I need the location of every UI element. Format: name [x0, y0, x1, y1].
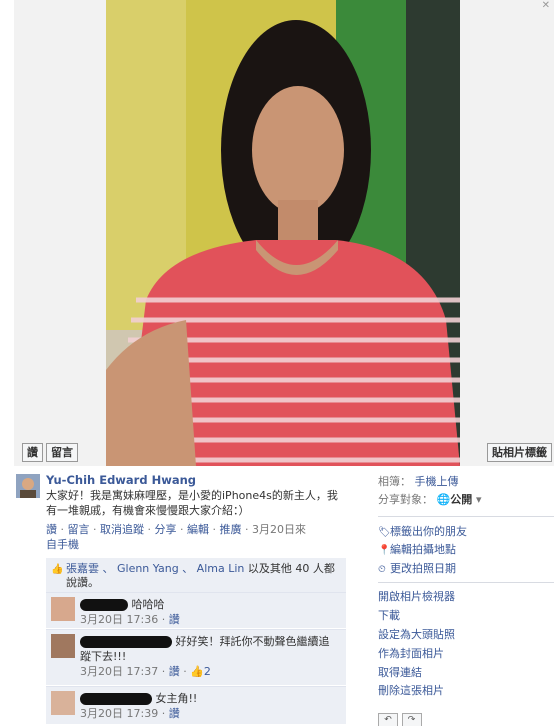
comment-body: 好好笑！拜託你不動聲色繼續追蹤下去!!! 3月20日 17:37 · 讚 · 👍… — [80, 635, 330, 678]
share-link[interactable]: 分享 — [155, 523, 177, 536]
edit-location-row[interactable]: 📍編輯拍攝地點 — [378, 542, 456, 558]
comment-time[interactable]: 3月20日 17:37 — [80, 665, 158, 678]
comment-time[interactable]: 3月20日 17:39 — [80, 707, 158, 720]
post-actions: 讚 · 留言 · 取消追蹤 · 分享 · 編輯 · 推廣 · 3月20日來 自手… — [46, 523, 306, 551]
comment-text: 女主角!! — [155, 692, 198, 705]
author-name[interactable]: Yu-Chih Edward Hwang — [46, 473, 196, 487]
divider — [378, 582, 554, 583]
divider — [378, 516, 554, 517]
thumbs-up-icon: 👍 — [51, 564, 64, 575]
comment-time[interactable]: 3月20日 17:36 — [80, 613, 158, 626]
commenter-avatar[interactable] — [51, 691, 75, 715]
audience-row: 分享對象： 🌐公開 ▾ — [378, 493, 482, 506]
comment-body: 女主角!! 3月20日 17:39 · 讚 — [80, 692, 198, 720]
location-pin-icon: 📍 — [378, 545, 391, 556]
promote-link[interactable]: 推廣 — [220, 523, 242, 536]
clock-icon: ⏲ — [378, 564, 386, 575]
set-profile-link[interactable]: 設定為大頭貼照 — [378, 627, 455, 643]
likes-summary: 👍 張嘉雲 、 Glenn Yang 、 Alma Lin 以及其他 40 人都… — [46, 558, 346, 594]
audience-selector[interactable]: 🌐公開 ▾ — [437, 493, 482, 506]
close-icon[interactable]: ✕ — [542, 0, 550, 11]
avatar-image — [16, 474, 40, 498]
author-avatar[interactable] — [16, 474, 40, 498]
chevron-down-icon: ▾ — [476, 493, 482, 506]
get-link-link[interactable]: 取得連結 — [378, 665, 422, 681]
photo-image — [106, 0, 460, 466]
liker-names[interactable]: 張嘉雲 、 Glenn Yang 、 Alma Lin — [66, 562, 244, 575]
post-caption: 大家好！我是寓妹麻哩壓，是小愛的iPhone4s的新主人，我有一堆親戚，有機會來… — [46, 489, 338, 517]
comment-like-link[interactable]: 讚 — [169, 613, 180, 626]
edit-link[interactable]: 編輯 — [187, 523, 209, 536]
like-link[interactable]: 讚 — [46, 523, 57, 536]
album-row: 相簿： 手機上傳 — [378, 475, 459, 488]
tag-friends-row[interactable]: 🏷標籤出你的朋友 — [378, 524, 467, 540]
globe-icon: 🌐 — [436, 493, 451, 506]
comment: 哈哈哈 3月20日 17:36 · 讚 — [46, 592, 346, 628]
unfollow-link[interactable]: 取消追蹤 — [100, 523, 144, 536]
comment-body: 哈哈哈 3月20日 17:36 · 讚 — [80, 598, 180, 626]
album-link[interactable]: 手機上傳 — [415, 475, 459, 488]
photo-like-button[interactable]: 讚 — [22, 443, 43, 462]
comment: 好好笑！拜託你不動聲色繼續追蹤下去!!! 3月20日 17:37 · 讚 · 👍… — [46, 629, 346, 685]
post-source[interactable]: 自手機 — [46, 538, 79, 551]
commenter-avatar[interactable] — [51, 634, 75, 658]
set-cover-link[interactable]: 作為封面相片 — [378, 646, 444, 662]
commenter-name[interactable] — [80, 599, 128, 611]
photo-comment-button[interactable]: 留言 — [46, 443, 78, 462]
rotate-controls: ↶ ↷ — [378, 712, 422, 726]
post-date[interactable]: 3月20日來 — [252, 523, 306, 536]
rotate-left-icon[interactable]: ↶ — [378, 713, 398, 726]
change-date-row[interactable]: ⏲ 更改拍照日期 — [378, 561, 456, 577]
commenter-avatar[interactable] — [51, 597, 75, 621]
like-count-icon: 👍 — [190, 665, 204, 678]
commenter-name[interactable] — [80, 636, 172, 648]
download-link[interactable]: 下載 — [378, 608, 400, 624]
tag-photo-button[interactable]: 貼相片標籤 — [487, 443, 552, 462]
photo-stage: ✕ 讚 留言 貼相片標籤 — [14, 0, 554, 466]
comment: 女主角!! 3月20日 17:39 · 讚 — [46, 686, 346, 724]
tag-icon: 🏷 — [378, 527, 391, 538]
comment-like-link[interactable]: 讚 — [169, 707, 180, 720]
comment-like-count[interactable]: 👍2 — [190, 665, 211, 678]
comment-like-link[interactable]: 讚 — [169, 665, 180, 678]
rotate-right-icon[interactable]: ↷ — [401, 713, 422, 726]
open-viewer-link[interactable]: 開啟相片檢視器 — [378, 589, 455, 605]
comment-link[interactable]: 留言 — [68, 523, 90, 536]
comment-text: 哈哈哈 — [131, 598, 165, 611]
commenter-name[interactable] — [80, 693, 152, 705]
delete-photo-link[interactable]: 刪除這張相片 — [378, 683, 444, 699]
photo[interactable] — [106, 0, 460, 466]
